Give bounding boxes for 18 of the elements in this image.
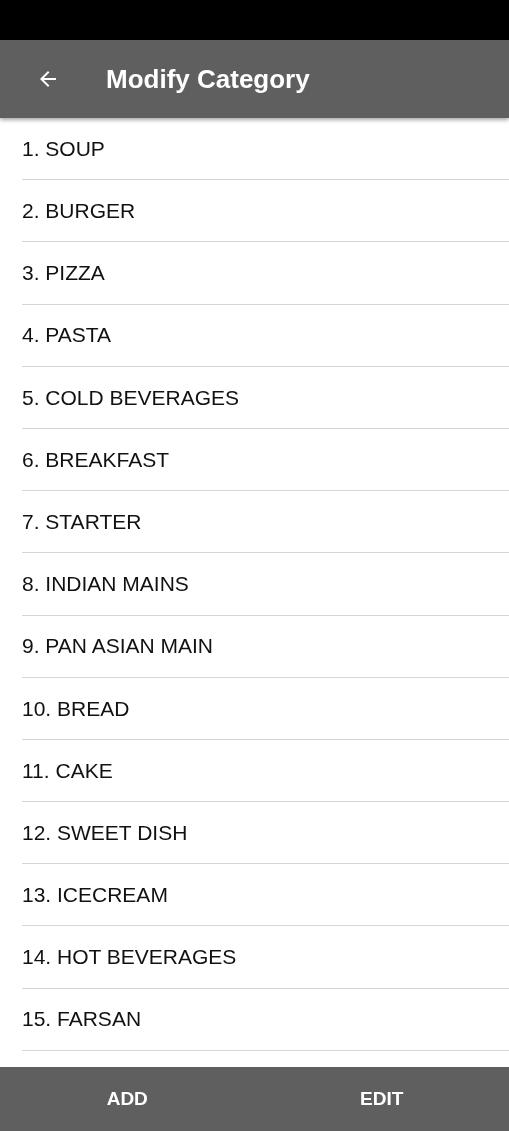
- category-item[interactable]: 1. SOUP: [22, 132, 105, 165]
- category-item[interactable]: 12. SWEET DISH: [22, 816, 188, 849]
- category-item[interactable]: 2. BURGER: [22, 195, 136, 227]
- category-item[interactable]: 15. FARSAN: [22, 1003, 142, 1035]
- category-item[interactable]: 11. CAKE: [22, 754, 113, 787]
- category-item[interactable]: 8. INDIAN MAINS: [22, 568, 189, 600]
- category-item[interactable]: 14. HOT BEVERAGES: [22, 941, 237, 973]
- category-item[interactable]: 10. BREAD: [22, 692, 130, 725]
- category-item[interactable]: 5. COLD BEVERAGES: [22, 381, 240, 414]
- category-item[interactable]: 3. PIZZA: [22, 257, 105, 289]
- action-button[interactable]: EDIT: [254, 1067, 509, 1131]
- screen-title: Modify Category: [106, 62, 310, 96]
- category-item[interactable]: 6. BREAKFAST: [22, 443, 170, 476]
- category-item[interactable]: 7. STARTER: [22, 505, 142, 538]
- category-item[interactable]: 4. PASTA: [22, 319, 112, 351]
- category-item[interactable]: 13. ICECREAM: [22, 879, 168, 911]
- action-button[interactable]: ADD: [0, 1067, 255, 1131]
- category-item[interactable]: 9. PAN ASIAN MAIN: [22, 630, 213, 662]
